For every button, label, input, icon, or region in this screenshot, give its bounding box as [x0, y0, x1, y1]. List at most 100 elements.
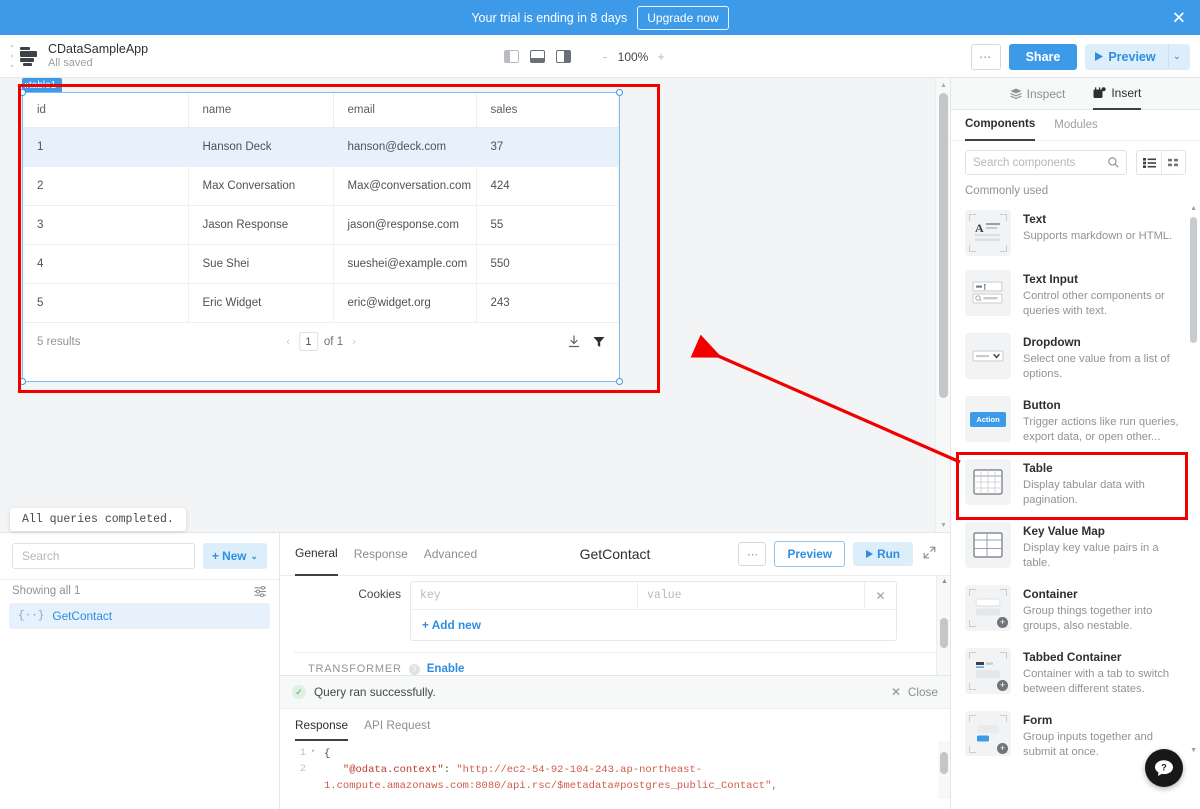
sidebar-scrollbar[interactable]: ▲ ▼ — [1189, 203, 1198, 756]
data-table[interactable]: id name email sales 1 Hanson Deck hanson… — [23, 93, 619, 323]
scroll-up-icon[interactable]: ▲ — [1190, 205, 1197, 212]
transformer-enable-link[interactable]: Enable — [427, 663, 465, 675]
table-row[interactable]: 3 Jason Response jason@response.com 55 — [23, 206, 619, 245]
line-number: 1 — [280, 747, 306, 759]
kv-row: key value ✕ — [411, 582, 896, 610]
component-item-table[interactable]: Table Display tabular data with paginati… — [951, 452, 1200, 515]
tab-advanced[interactable]: Advanced — [424, 533, 477, 576]
upgrade-now-button[interactable]: Upgrade now — [637, 6, 728, 30]
new-query-button[interactable]: + New ⌄ — [203, 543, 267, 569]
scroll-down-icon[interactable]: ▼ — [1190, 747, 1197, 754]
table-row[interactable]: 5 Eric Widget eric@widget.org 243 — [23, 284, 619, 323]
more-options-button[interactable]: ⋯ — [971, 44, 1001, 70]
table-widget[interactable]: table1 id name email sales 1 — [22, 92, 620, 382]
tab-response[interactable]: Response — [295, 718, 348, 741]
prev-page-button[interactable]: ‹ — [283, 336, 293, 348]
editor-scroll-thumb[interactable] — [940, 618, 948, 648]
filter-icon[interactable] — [593, 336, 605, 348]
tab-general[interactable]: General — [295, 533, 338, 576]
right-panel-icon[interactable] — [552, 47, 575, 67]
component-list[interactable]: A Text Supports markdown or HTML. I — [951, 203, 1200, 756]
download-icon[interactable] — [568, 335, 580, 348]
query-preview-button[interactable]: Preview — [774, 541, 845, 567]
cell-sales: 55 — [476, 206, 619, 245]
zoom-in-button[interactable]: + — [652, 48, 670, 66]
component-item-button[interactable]: Action Button Trigger actions like run q… — [951, 389, 1200, 452]
page-total-label: of 1 — [324, 336, 343, 348]
tab-api-request[interactable]: API Request — [364, 718, 430, 741]
column-header-email[interactable]: email — [333, 93, 476, 128]
scroll-down-icon[interactable]: ▼ — [936, 518, 950, 532]
component-item-text[interactable]: A Text Supports markdown or HTML. — [951, 203, 1200, 263]
column-header-id[interactable]: id — [23, 93, 188, 128]
column-header-name[interactable]: name — [188, 93, 333, 128]
chevron-down-icon[interactable]: ⌄ — [1168, 45, 1190, 68]
table-row[interactable]: 4 Sue Shei sueshei@example.com 550 — [23, 245, 619, 284]
check-icon: ✓ — [292, 685, 306, 699]
filter-settings-icon[interactable] — [254, 586, 267, 597]
add-new-cookie-button[interactable]: + Add new — [411, 610, 896, 640]
close-response-button[interactable]: ✕ Close — [891, 685, 938, 699]
cookie-key-input[interactable]: key — [411, 582, 637, 609]
component-item-tabbed-container[interactable]: + Tabbed Container Container with a tab … — [951, 641, 1200, 704]
resize-handle-bottom-left[interactable] — [19, 378, 26, 385]
help-icon[interactable]: ? — [409, 664, 420, 675]
preview-group: Preview ⌄ — [1085, 44, 1190, 70]
fold-icon[interactable]: ▾ — [306, 747, 320, 756]
json-key: "@odata.context" — [343, 764, 444, 776]
resize-handle-top-left[interactable] — [19, 89, 26, 96]
component-item-container[interactable]: + Container Group things together into g… — [951, 578, 1200, 641]
expand-icon[interactable] — [921, 546, 938, 562]
tab-inspect[interactable]: Inspect — [1010, 78, 1066, 110]
search-input[interactable] — [973, 157, 1108, 169]
search-input[interactable] — [22, 549, 185, 563]
page-number-input[interactable]: 1 — [299, 332, 318, 351]
canvas-scrollbar[interactable]: ▲ ▼ — [935, 78, 950, 532]
drag-handle-icon[interactable] — [10, 45, 14, 67]
grid-view-icon[interactable] — [1161, 151, 1185, 174]
table-component-icon — [965, 459, 1011, 505]
next-page-button[interactable]: › — [349, 336, 359, 348]
share-button[interactable]: Share — [1009, 44, 1078, 70]
resize-handle-bottom-right[interactable] — [616, 378, 623, 385]
query-run-button[interactable]: Run — [853, 542, 913, 566]
editor-vertical-scrollbar[interactable]: ▲ ▼ — [936, 576, 950, 690]
column-header-sales[interactable]: sales — [476, 93, 619, 128]
response-code-viewer[interactable]: 1 ▾ { 2 "@odata.context": "http://ec2-54… — [280, 741, 950, 799]
tab-response[interactable]: Response — [354, 533, 408, 576]
tab-insert[interactable]: Insert — [1093, 78, 1141, 110]
table-row[interactable]: 2 Max Conversation Max@conversation.com … — [23, 167, 619, 206]
cell-id: 4 — [23, 245, 188, 284]
component-item-dropdown[interactable]: Dropdown Select one value from a list of… — [951, 326, 1200, 389]
resize-handle-top-right[interactable] — [616, 89, 623, 96]
table-row[interactable]: 1 Hanson Deck hanson@deck.com 37 — [23, 128, 619, 167]
close-icon[interactable]: ✕ — [1172, 9, 1186, 26]
canvas-scroll-thumb[interactable] — [939, 93, 948, 398]
component-item-key-value-map[interactable]: Key Value Map Display key value pairs in… — [951, 515, 1200, 578]
preview-button[interactable]: Preview — [1085, 44, 1167, 70]
search-components-field[interactable] — [965, 150, 1127, 175]
scroll-up-icon[interactable]: ▲ — [941, 578, 948, 585]
sidebar-scroll-thumb[interactable] — [1190, 217, 1197, 343]
list-view-icon[interactable] — [1137, 151, 1161, 174]
close-icon[interactable]: ✕ — [864, 582, 896, 609]
zoom-out-button[interactable]: - — [596, 48, 614, 66]
left-panel-icon[interactable] — [500, 47, 523, 67]
app-canvas[interactable]: table1 id name email sales 1 — [0, 78, 950, 532]
query-more-button[interactable]: ⋯ — [738, 542, 766, 566]
code-scrollbar[interactable] — [938, 741, 950, 799]
widget-name-badge[interactable]: table1 — [22, 78, 62, 92]
page-title: CDataSampleApp — [48, 42, 148, 56]
component-item-text-input[interactable]: I Text Input Control other components or… — [951, 263, 1200, 326]
help-button[interactable]: ? — [1145, 749, 1183, 787]
grip-icon — [25, 83, 26, 88]
scroll-up-icon[interactable]: ▲ — [936, 78, 950, 92]
list-item[interactable]: {··} GetContact — [9, 603, 270, 629]
bottom-panel-icon[interactable] — [526, 47, 549, 67]
query-search-field[interactable] — [12, 543, 195, 569]
code-scroll-thumb[interactable] — [940, 752, 948, 774]
tab-components[interactable]: Components — [965, 110, 1035, 141]
cookie-value-input[interactable]: value — [637, 582, 864, 609]
code-text: { — [320, 747, 330, 763]
tab-modules[interactable]: Modules — [1054, 110, 1097, 141]
